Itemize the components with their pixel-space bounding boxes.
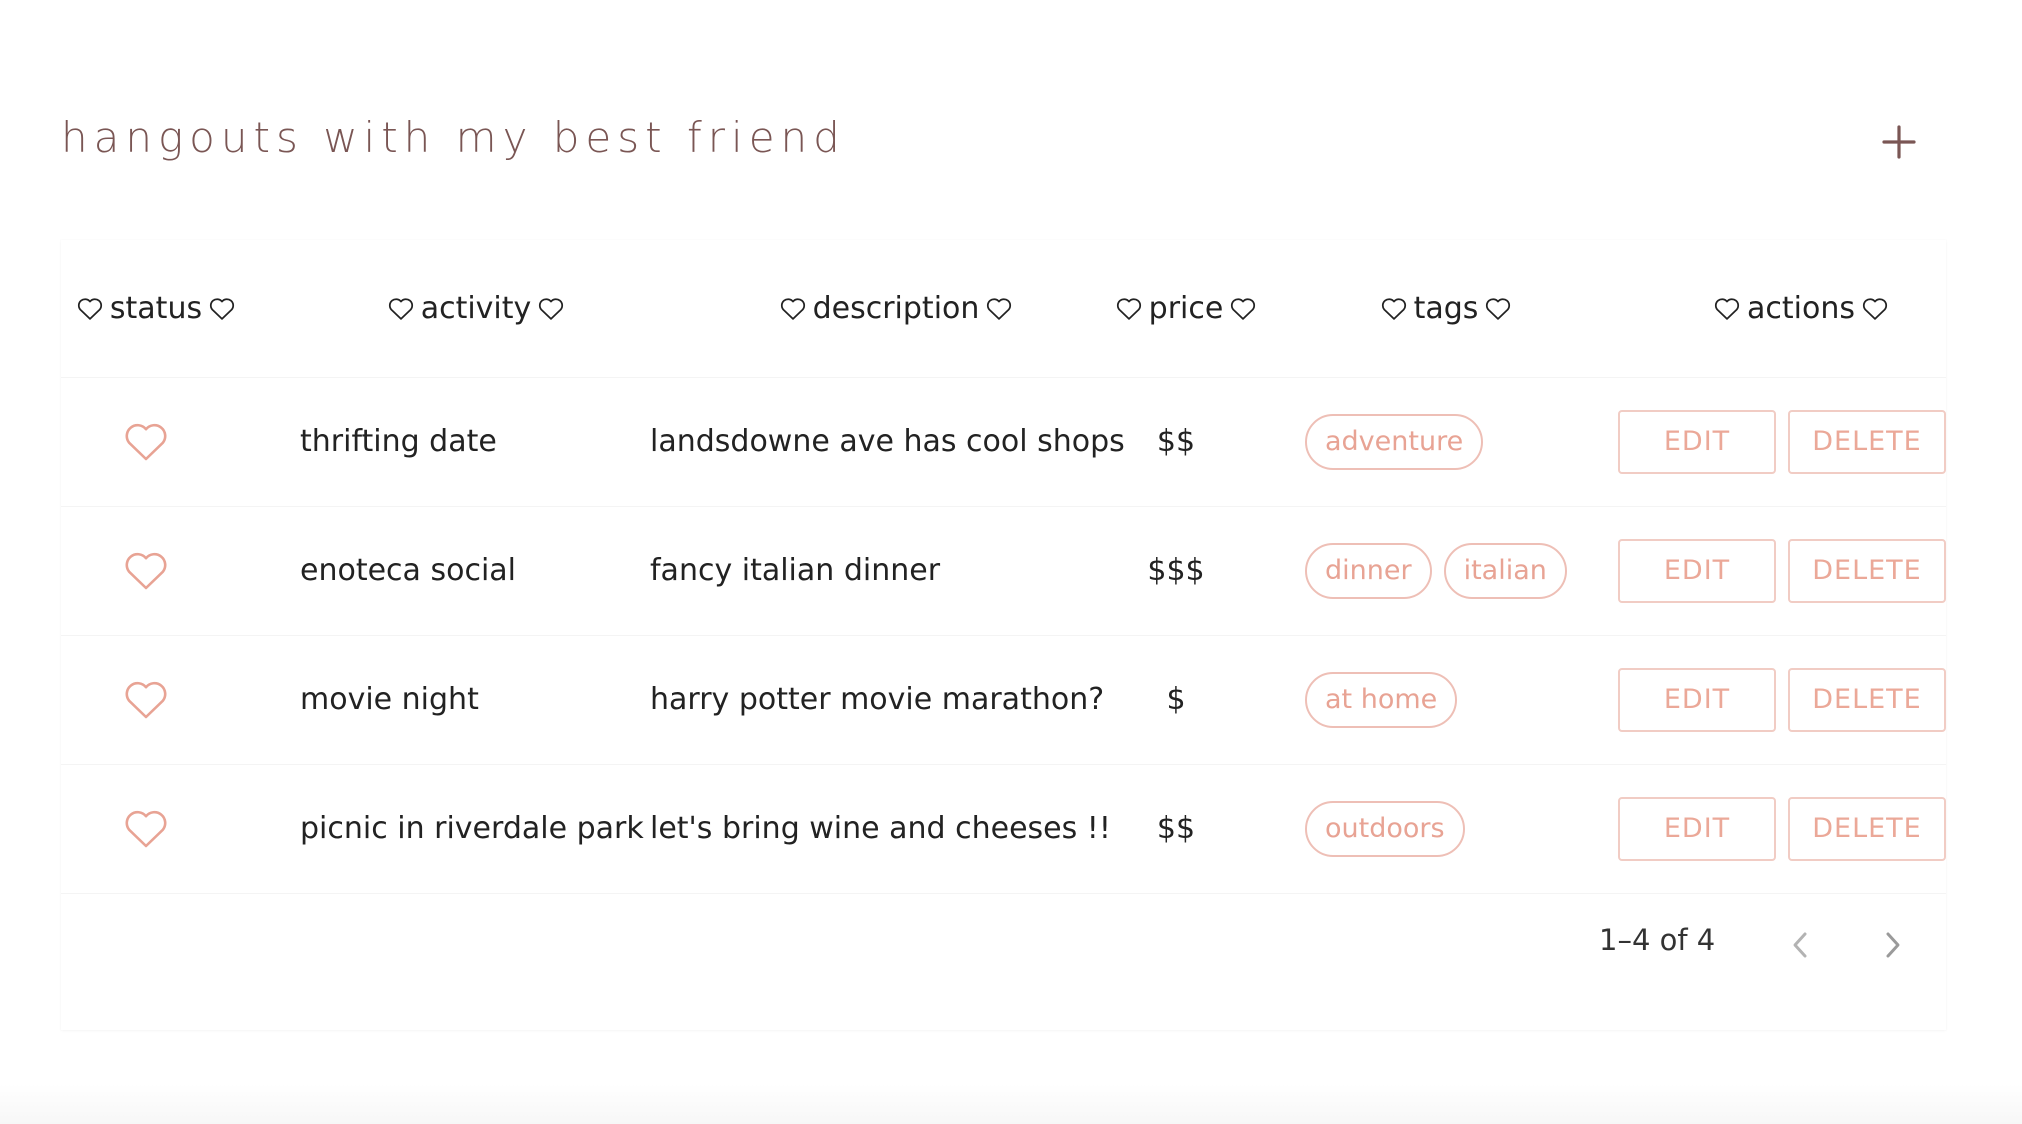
price-cell: $$ xyxy=(1156,811,1196,846)
activity-cell: thrifting date xyxy=(300,424,497,459)
next-page-button[interactable] xyxy=(1867,920,1917,970)
delete-button[interactable]: DELETE xyxy=(1788,796,1946,861)
edit-button[interactable]: EDIT xyxy=(1618,667,1776,732)
chevron-right-icon xyxy=(1886,932,1900,958)
heart-outline-icon xyxy=(388,297,413,320)
column-header-price[interactable]: price xyxy=(1101,240,1271,377)
activity-cell: enoteca social xyxy=(300,553,516,588)
column-header-label: status xyxy=(109,291,203,326)
tags-cell: at home xyxy=(1305,635,1655,764)
heart-outline-icon xyxy=(125,810,167,847)
heart-outline-icon xyxy=(1231,297,1256,320)
heart-outline-icon xyxy=(1116,297,1141,320)
edit-button[interactable]: EDIT xyxy=(1618,796,1776,861)
delete-button[interactable]: DELETE xyxy=(1788,667,1946,732)
activity-cell: movie night xyxy=(300,682,479,717)
table-header-row: status activity description price tags a… xyxy=(61,240,1946,378)
tag-chip[interactable]: outdoors xyxy=(1305,800,1465,857)
heart-outline-icon xyxy=(1486,297,1511,320)
edit-button[interactable]: EDIT xyxy=(1618,538,1776,603)
description-cell: let's bring wine and cheeses !! xyxy=(650,811,1111,846)
activity-cell: picnic in riverdale park xyxy=(300,811,644,846)
price-cell: $$$ xyxy=(1147,553,1205,588)
status-cell xyxy=(71,377,221,506)
column-header-description[interactable]: description xyxy=(741,240,1051,377)
plus-icon xyxy=(1882,125,1916,159)
pagination-range: 1–4 of 4 xyxy=(1599,923,1716,957)
price-cell: $ xyxy=(1166,682,1186,717)
status-toggle[interactable] xyxy=(122,418,170,466)
delete-button[interactable]: DELETE xyxy=(1788,409,1946,474)
chevron-left-icon xyxy=(1793,932,1807,958)
tags-cell: adventure xyxy=(1305,377,1655,506)
heart-outline-icon xyxy=(210,297,235,320)
delete-button[interactable]: DELETE xyxy=(1788,538,1946,603)
column-header-activity[interactable]: activity xyxy=(361,240,591,377)
heart-outline-icon xyxy=(1381,297,1406,320)
description-cell: fancy italian dinner xyxy=(650,553,941,588)
status-toggle[interactable] xyxy=(122,805,170,853)
table-row: thrifting date landsdowne ave has cool s… xyxy=(61,377,1946,507)
column-header-label: actions xyxy=(1747,291,1855,326)
page-bottom-edge xyxy=(0,1084,2022,1124)
pagination-bar: 1–4 of 4 xyxy=(61,895,1946,995)
actions-cell: EDIT DELETE xyxy=(1611,635,1950,764)
column-header-label: activity xyxy=(420,291,532,326)
table-row: enoteca social fancy italian dinner $$$ … xyxy=(61,506,1946,636)
status-toggle[interactable] xyxy=(122,676,170,724)
status-toggle[interactable] xyxy=(122,547,170,595)
heart-outline-icon xyxy=(1862,297,1888,320)
status-cell xyxy=(71,764,221,893)
tags-cell: dinner italian xyxy=(1305,506,1655,635)
description-cell: landsdowne ave has cool shops xyxy=(650,424,1125,459)
heart-outline-icon xyxy=(539,297,564,320)
edit-button[interactable]: EDIT xyxy=(1618,409,1776,474)
tag-chip[interactable]: adventure xyxy=(1305,413,1484,470)
column-header-status[interactable]: status xyxy=(71,240,241,377)
tags-cell: outdoors xyxy=(1305,764,1655,893)
column-header-label: price xyxy=(1148,291,1224,326)
price-cell: $$ xyxy=(1156,424,1196,459)
actions-cell: EDIT DELETE xyxy=(1611,764,1950,893)
column-header-label: description xyxy=(812,291,980,326)
heart-outline-icon xyxy=(77,297,102,320)
description-cell: harry potter movie marathon? xyxy=(650,682,1105,717)
hangouts-table: status activity description price tags a… xyxy=(61,240,1946,1030)
heart-outline-icon xyxy=(1714,297,1740,320)
status-cell xyxy=(71,506,221,635)
actions-cell: EDIT DELETE xyxy=(1611,377,1950,506)
table-row: movie night harry potter movie marathon?… xyxy=(61,635,1946,765)
status-cell xyxy=(71,635,221,764)
table-row: picnic in riverdale park let's bring win… xyxy=(61,764,1946,894)
page-title: hangouts with my best friend xyxy=(61,113,846,162)
column-header-actions: actions xyxy=(1681,240,1921,377)
heart-outline-icon xyxy=(125,681,167,718)
actions-cell: EDIT DELETE xyxy=(1611,506,1950,635)
heart-outline-icon xyxy=(987,297,1012,320)
tag-chip[interactable]: italian xyxy=(1443,542,1567,599)
tag-chip[interactable]: dinner xyxy=(1305,542,1432,599)
previous-page-button[interactable] xyxy=(1776,920,1826,970)
add-activity-button[interactable] xyxy=(1864,107,1934,177)
column-header-tags[interactable]: tags xyxy=(1371,240,1521,377)
heart-outline-icon xyxy=(125,552,167,589)
heart-outline-icon xyxy=(125,423,167,460)
heart-outline-icon xyxy=(780,297,805,320)
tag-chip[interactable]: at home xyxy=(1305,671,1458,728)
column-header-label: tags xyxy=(1413,291,1479,326)
